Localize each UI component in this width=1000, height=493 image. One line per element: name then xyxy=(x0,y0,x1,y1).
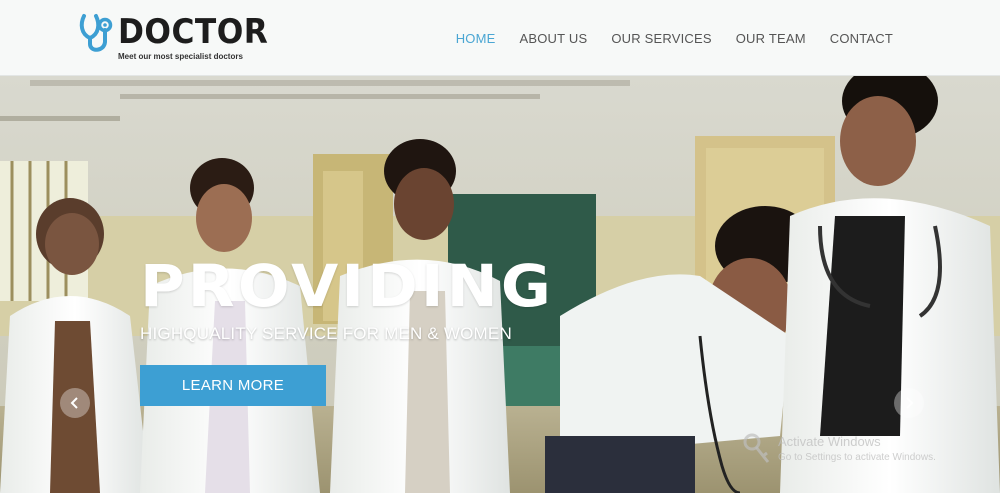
main-nav: HOME ABOUT US OUR SERVICES OUR TEAM CONT… xyxy=(444,0,905,76)
stethoscope-icon xyxy=(79,14,113,52)
watermark-title: Activate Windows xyxy=(778,434,881,449)
nav-contact[interactable]: CONTACT xyxy=(818,31,905,46)
nav-home[interactable]: HOME xyxy=(444,31,508,46)
chevron-left-icon xyxy=(70,397,78,409)
nav-our-services[interactable]: OUR SERVICES xyxy=(599,31,723,46)
brand-tagline: Meet our most specialist doctors xyxy=(118,52,243,61)
hero-slider: PROVIDING HIGHQUALITY SERVICE FOR MEN & … xyxy=(0,76,1000,493)
key-icon xyxy=(743,433,770,463)
slider-prev-button[interactable] xyxy=(60,388,90,418)
brand-logo[interactable]: DOCTOR Meet our most specialist doctors xyxy=(78,10,268,65)
watermark-subtitle: Go to Settings to activate Windows. xyxy=(778,452,936,463)
nav-about-us[interactable]: ABOUT US xyxy=(508,31,600,46)
slider-next-button[interactable] xyxy=(894,388,924,418)
chevron-right-icon xyxy=(906,397,914,409)
hero-subtitle: HIGHQUALITY SERVICE FOR MEN & WOMEN xyxy=(140,324,512,343)
site-header: DOCTOR Meet our most specialist doctors … xyxy=(0,0,1000,76)
hero-title: PROVIDING xyxy=(140,252,554,320)
nav-our-team[interactable]: OUR TEAM xyxy=(724,31,818,46)
learn-more-button[interactable]: LEARN MORE xyxy=(140,365,326,406)
brand-name: DOCTOR xyxy=(118,12,269,52)
